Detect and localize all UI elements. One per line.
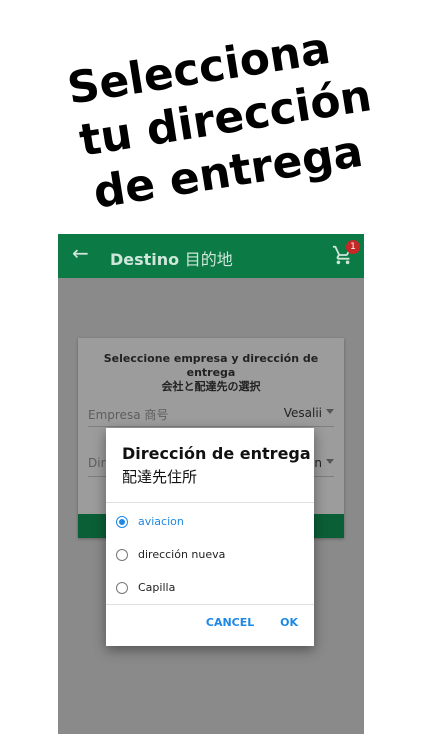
ok-button[interactable]: OK: [280, 616, 298, 629]
option-direccion-nueva[interactable]: dirección nueva: [116, 545, 306, 567]
app-bar: ← Destino 目的地 1: [58, 234, 364, 278]
card-header-jp: 会社と配達先の選択: [161, 380, 261, 393]
company-value: Vesalii: [283, 406, 322, 420]
card-header: Seleccione empresa y dirección de entreg…: [78, 352, 344, 394]
address-label: Dir: [88, 456, 106, 470]
option-aviacion[interactable]: aviacion: [116, 512, 306, 534]
address-value: n: [314, 456, 322, 470]
back-arrow-icon[interactable]: ←: [72, 242, 94, 264]
company-label: Empresa 商号: [88, 408, 169, 422]
chevron-down-icon: [326, 459, 334, 464]
dialog-title-jp: 配達先住所: [122, 468, 198, 486]
cart-badge: 1: [346, 240, 360, 254]
page-title-es: Destino: [110, 250, 180, 269]
dialog-actions: CANCEL OK: [184, 616, 298, 629]
card-header-es: Seleccione empresa y dirección de entreg…: [103, 352, 319, 379]
option-label: Capilla: [138, 581, 176, 594]
phone-screen: ← Destino 目的地 1 Seleccione empresa y dir…: [58, 234, 364, 734]
divider: [106, 502, 314, 503]
option-label: dirección nueva: [138, 548, 226, 561]
divider: [106, 604, 314, 605]
promo-headline: Selecciona tu dirección de entrega: [0, 23, 422, 228]
page-title-jp: 目的地: [184, 250, 233, 269]
chevron-down-icon: [326, 409, 334, 414]
page-title: Destino 目的地: [110, 246, 233, 270]
address-dialog: Dirección de entrega 配達先住所 aviacion dire…: [106, 428, 314, 646]
divider: [88, 426, 334, 427]
option-capilla[interactable]: Capilla: [116, 578, 306, 600]
radio-icon[interactable]: [116, 549, 128, 561]
option-label: aviacion: [138, 515, 184, 528]
radio-icon[interactable]: [116, 582, 128, 594]
dialog-title: Dirección de entrega: [122, 444, 311, 463]
cancel-button[interactable]: CANCEL: [206, 616, 254, 629]
company-select[interactable]: Empresa 商号 Vesalii: [88, 406, 334, 424]
radio-selected-icon[interactable]: [116, 516, 128, 528]
